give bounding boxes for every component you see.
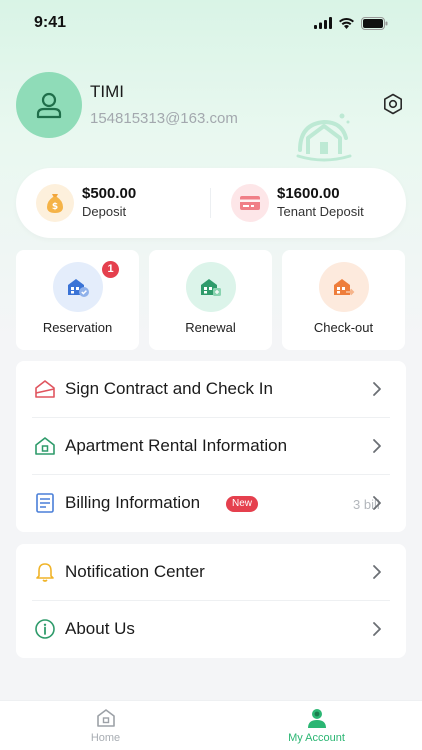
- home-icon: [97, 709, 115, 727]
- chevron-right-icon: [373, 622, 381, 636]
- notification-center-label: Notification Center: [65, 562, 205, 581]
- tab-home[interactable]: Home: [0, 701, 211, 750]
- menu-item-billing-info[interactable]: Billing Information New 3 bill: [16, 475, 406, 532]
- balance-card: $ $500.00 Deposit $1600.00 Tenant Deposi…: [16, 168, 406, 238]
- deposit-label: Deposit: [82, 204, 127, 219]
- billing-info-label: Billing Information: [65, 493, 201, 512]
- new-badge: New: [226, 496, 259, 512]
- renewal-card[interactable]: Renewal: [149, 250, 272, 350]
- status-icons: [314, 16, 388, 30]
- tenant-deposit-item[interactable]: $1600.00 Tenant Deposit: [231, 182, 364, 224]
- reservation-icon: [53, 262, 103, 312]
- chevron-right-icon: [373, 496, 381, 510]
- checkout-label: Check-out: [313, 320, 374, 335]
- user-icon: [36, 92, 62, 119]
- sign-contract-label: Sign Contract and Check In: [65, 379, 273, 398]
- chevron-right-icon: [373, 382, 381, 396]
- settings-gear-icon[interactable]: [382, 93, 404, 115]
- balance-divider: [210, 188, 211, 218]
- battery-icon: [361, 16, 388, 30]
- chevron-right-icon: [373, 439, 381, 453]
- checkout-card[interactable]: Check-out: [282, 250, 405, 350]
- profile-email: 154815313@163.com: [90, 110, 238, 127]
- main-menu-card: Sign Contract and Check In Apartment Ren…: [16, 361, 406, 532]
- tab-bar: Home My Account: [0, 700, 422, 750]
- avatar[interactable]: [16, 72, 82, 138]
- billing-icon: [36, 493, 54, 513]
- signal-icon: [314, 17, 332, 29]
- tab-home-label: Home: [90, 732, 121, 744]
- deposit-amount: $500.00: [82, 185, 137, 202]
- tab-my-account-label: My Account: [288, 732, 345, 744]
- status-bar: 9:41: [0, 0, 422, 46]
- renewal-label: Renewal: [185, 320, 236, 335]
- account-icon: [308, 709, 326, 728]
- deposit-item[interactable]: $ $500.00 Deposit: [36, 182, 136, 224]
- logo-watermark-icon: [296, 113, 352, 162]
- tab-my-account[interactable]: My Account: [211, 701, 422, 750]
- reservation-badge: 1: [102, 261, 119, 278]
- menu-item-sign-contract[interactable]: Sign Contract and Check In: [16, 361, 406, 418]
- secondary-menu-card: Notification Center About Us: [16, 544, 406, 658]
- reservation-card[interactable]: 1 Reservation: [16, 250, 139, 350]
- money-bag-icon: $: [36, 184, 74, 222]
- menu-item-apartment-info[interactable]: Apartment Rental Information: [16, 418, 406, 475]
- status-time: 9:41: [34, 14, 67, 31]
- tenant-deposit-label: Tenant Deposit: [277, 204, 364, 219]
- renewal-icon: [186, 262, 236, 312]
- card-icon: [231, 184, 269, 222]
- checkout-icon: [319, 262, 369, 312]
- tenant-deposit-amount: $1600.00: [277, 185, 340, 202]
- svg-text:$: $: [52, 202, 58, 212]
- wifi-icon: [339, 17, 354, 29]
- menu-item-notification-center[interactable]: Notification Center: [16, 544, 406, 601]
- sign-contract-icon: [35, 380, 55, 398]
- bell-icon: [36, 563, 54, 582]
- chevron-right-icon: [373, 565, 381, 579]
- profile-name: TIMI: [90, 82, 124, 101]
- info-icon: [35, 619, 55, 639]
- menu-item-about-us[interactable]: About Us: [16, 601, 406, 658]
- reservation-label: Reservation: [42, 320, 113, 335]
- apartment-icon: [35, 437, 55, 455]
- apartment-info-label: Apartment Rental Information: [65, 436, 288, 455]
- about-us-label: About Us: [65, 619, 135, 638]
